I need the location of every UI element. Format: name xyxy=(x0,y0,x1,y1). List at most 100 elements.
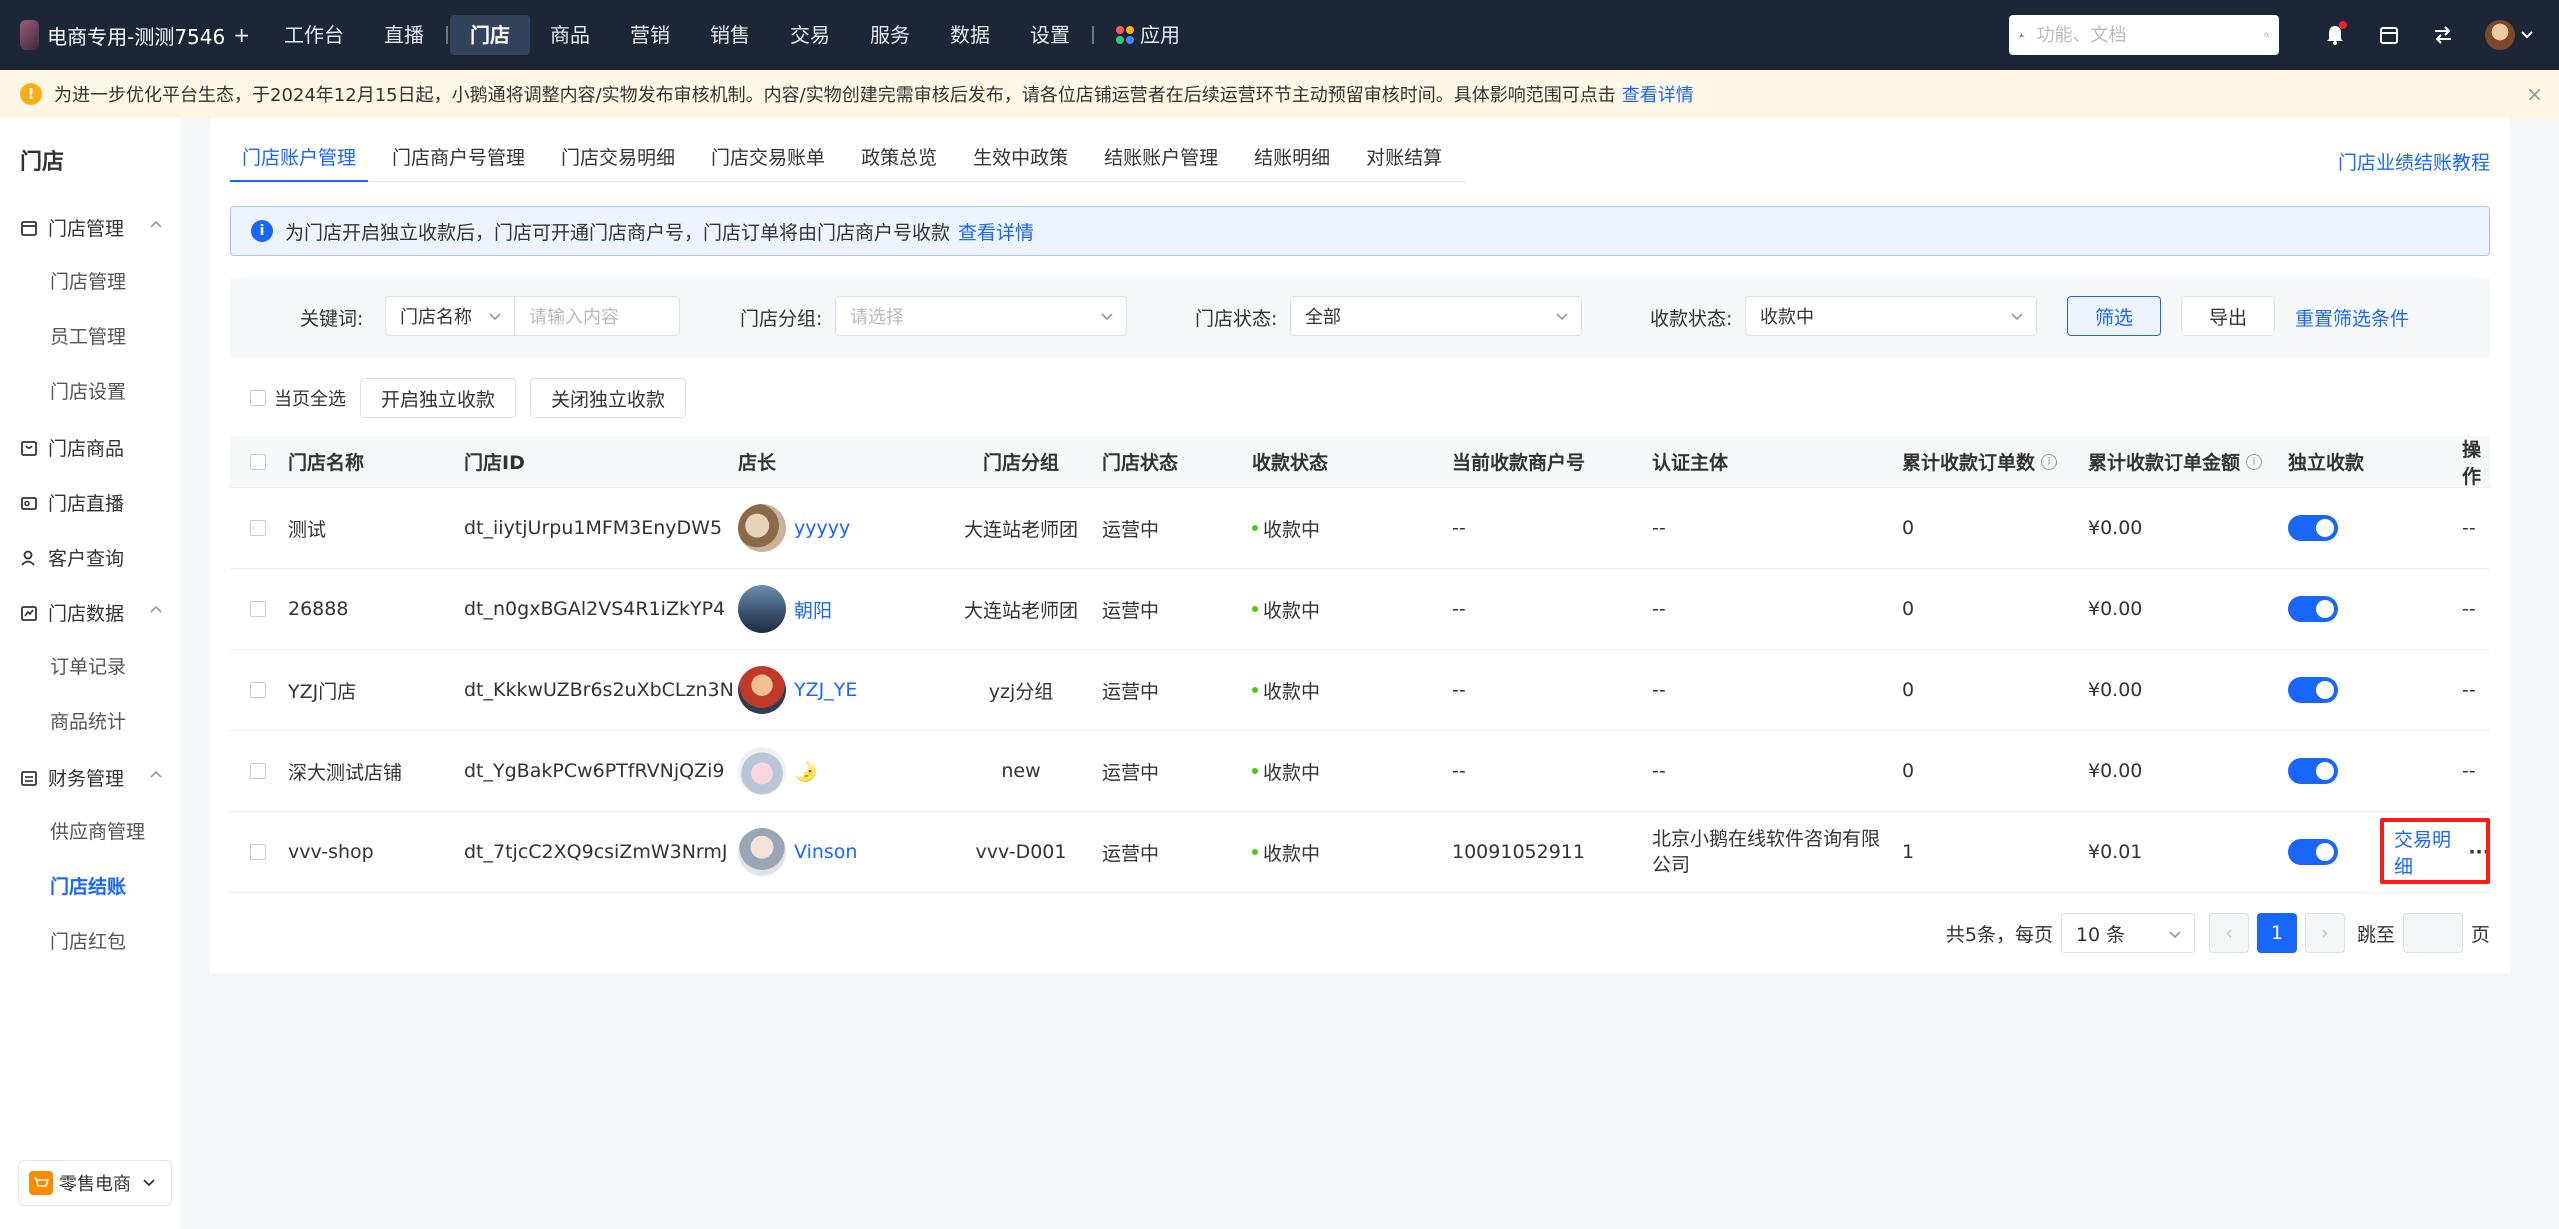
sidebar-group-store-live[interactable]: 门店直播 xyxy=(0,475,180,530)
nav-live[interactable]: 直播 xyxy=(364,15,444,55)
row-checkbox[interactable] xyxy=(250,682,266,698)
disable-independent-pay-button[interactable]: 关闭独立收款 xyxy=(530,378,687,418)
row-checkbox[interactable] xyxy=(250,601,266,617)
nav-workbench[interactable]: 工作台 xyxy=(264,15,364,55)
manager-name[interactable]: Vinson xyxy=(794,841,857,863)
independent-pay-toggle[interactable] xyxy=(2288,758,2338,784)
tab-active-policy[interactable]: 生效中政策 xyxy=(961,138,1080,182)
tab-policy-overview[interactable]: 政策总览 xyxy=(849,138,949,182)
cell-entity: 北京小鹅在线软件咨询有限 公司 xyxy=(1652,812,1880,892)
independent-pay-toggle[interactable] xyxy=(2288,515,2338,541)
table-header: 门店名称 门店ID 店长 门店分组 门店状态 收款状态 当前收款商户号 认证主体… xyxy=(230,436,2490,488)
sidebar-item-supplier-management[interactable]: 供应商管理 xyxy=(0,805,180,860)
filter-button[interactable]: 筛选 xyxy=(2067,296,2161,336)
sidebar-group-label: 门店管理 xyxy=(48,218,125,240)
next-page-button[interactable]: › xyxy=(2304,913,2345,953)
cell-manager: Vinson xyxy=(738,812,857,892)
cell-store-name: YZJ门店 xyxy=(288,680,357,703)
row-checkbox[interactable] xyxy=(250,844,266,860)
nav-settings[interactable]: 设置 xyxy=(1010,15,1090,55)
export-button[interactable]: 导出 xyxy=(2181,296,2275,336)
pay-status-text: 收款中 xyxy=(1263,518,1321,541)
independent-pay-toggle[interactable] xyxy=(2288,596,2338,622)
manager-name[interactable]: 🌛 xyxy=(794,760,818,783)
sidebar-group-customer-query[interactable]: 客户查询 xyxy=(0,530,180,585)
page-1-button[interactable]: 1 xyxy=(2256,913,2297,953)
nav-sales[interactable]: 销售 xyxy=(690,15,770,55)
select-page-checkbox[interactable] xyxy=(250,390,266,406)
jump-page-input[interactable] xyxy=(2402,913,2463,953)
cell-order-count: 0 xyxy=(1902,598,1915,620)
tab-transaction-bill[interactable]: 门店交易账单 xyxy=(699,138,837,182)
close-icon[interactable]: × xyxy=(2526,82,2543,106)
sidebar-item-product-stats[interactable]: 商品统计 xyxy=(0,695,180,750)
shop-icon xyxy=(2380,27,2398,44)
group-select[interactable]: 请选择 xyxy=(835,296,1127,336)
reset-filters-link[interactable]: 重置筛选条件 xyxy=(2295,304,2409,331)
page-size-select[interactable]: 10 条 xyxy=(2060,913,2195,953)
status-select[interactable]: 全部 xyxy=(1290,296,1582,336)
business-type-switcher[interactable]: 零售电商 xyxy=(18,1160,172,1206)
sidebar-group-store-products[interactable]: 门店商品 xyxy=(0,420,180,475)
sidebar-title: 门店 xyxy=(20,150,65,175)
tab-reconciliation[interactable]: 对账结算 xyxy=(1354,138,1454,182)
prev-page-button[interactable]: ‹ xyxy=(2208,913,2249,953)
add-store-icon[interactable]: + xyxy=(233,23,250,47)
global-search[interactable] xyxy=(2009,15,2279,55)
cell-order-count: 1 xyxy=(1902,841,1915,863)
row-checkbox[interactable] xyxy=(250,763,266,779)
nav-data[interactable]: 数据 xyxy=(930,15,1010,55)
keyword-type-select[interactable]: 门店名称 xyxy=(385,296,515,336)
tab-settlement-account[interactable]: 结账账户管理 xyxy=(1092,138,1230,182)
tab-merchant-number[interactable]: 门店商户号管理 xyxy=(380,138,537,182)
notification-button[interactable] xyxy=(2317,17,2353,53)
tab-store-account[interactable]: 门店账户管理 xyxy=(230,138,369,182)
manager-name[interactable]: yyyyy xyxy=(794,517,850,539)
keyword-input[interactable]: 请输入内容 xyxy=(514,296,680,336)
help-icon[interactable]: i xyxy=(2246,453,2263,470)
apps-grid-icon xyxy=(1116,26,1134,44)
enable-independent-pay-button[interactable]: 开启独立收款 xyxy=(360,378,517,418)
search-icon[interactable] xyxy=(2263,25,2270,45)
tab-bar: 门店账户管理 门店商户号管理 门店交易明细 门店交易账单 政策总览 生效中政策 … xyxy=(230,138,1467,182)
cell-action: -- xyxy=(2462,760,2476,782)
manager-name[interactable]: 朝阳 xyxy=(794,596,832,623)
sidebar-item-store-settings[interactable]: 门店设置 xyxy=(0,365,180,420)
header-checkbox[interactable] xyxy=(250,453,266,470)
sidebar-item-staff-management[interactable]: 员工管理 xyxy=(0,310,180,365)
independent-pay-toggle[interactable] xyxy=(2288,839,2338,865)
tutorial-link[interactable]: 门店业绩结账教程 xyxy=(2338,148,2490,175)
nav-trade[interactable]: 交易 xyxy=(770,15,850,55)
sidebar-item-store-settlement[interactable]: 门店结账 xyxy=(0,860,180,915)
user-menu[interactable] xyxy=(2479,17,2539,53)
nav-store[interactable]: 门店 xyxy=(450,15,530,55)
pay-status-select[interactable]: 收款中 xyxy=(1745,296,2037,336)
row-checkbox[interactable] xyxy=(250,520,266,536)
info-detail-link[interactable]: 查看详情 xyxy=(958,218,1034,245)
user-icon xyxy=(21,550,35,566)
shop-button[interactable] xyxy=(2371,17,2407,53)
store-switcher[interactable]: 电商专用-测测7546 + xyxy=(0,20,250,50)
nav-apps[interactable]: 应用 xyxy=(1096,15,1200,55)
sidebar-group-finance[interactable]: 财务管理 xyxy=(0,750,180,805)
cell-store-id: dt_YgBakPCw6PTfRVNjQZi9 xyxy=(464,760,725,782)
status-dot xyxy=(1252,687,1258,693)
tab-transaction-details[interactable]: 门店交易明细 xyxy=(549,138,687,182)
sidebar-item-store-red-packet[interactable]: 门店红包 xyxy=(0,915,180,970)
nav-marketing[interactable]: 营销 xyxy=(610,15,690,55)
sidebar-item-store-management[interactable]: 门店管理 xyxy=(0,255,180,310)
nav-service[interactable]: 服务 xyxy=(850,15,930,55)
sidebar-group-label: 客户查询 xyxy=(48,548,125,570)
banner-detail-link[interactable]: 查看详情 xyxy=(1622,81,1694,107)
independent-pay-toggle[interactable] xyxy=(2288,677,2338,703)
manager-name[interactable]: YZJ_YE xyxy=(794,679,857,701)
help-icon[interactable]: i xyxy=(2041,453,2058,470)
global-search-input[interactable] xyxy=(2034,23,2264,47)
tab-settlement-details[interactable]: 结账明细 xyxy=(1242,138,1342,182)
swap-arrows-icon xyxy=(2435,26,2451,44)
sidebar-group-store-management[interactable]: 门店管理 xyxy=(0,200,180,255)
nav-product[interactable]: 商品 xyxy=(530,15,610,55)
sidebar-item-order-records[interactable]: 订单记录 xyxy=(0,640,180,695)
sidebar-group-store-data[interactable]: 门店数据 xyxy=(0,585,180,640)
switch-button[interactable] xyxy=(2425,17,2461,53)
